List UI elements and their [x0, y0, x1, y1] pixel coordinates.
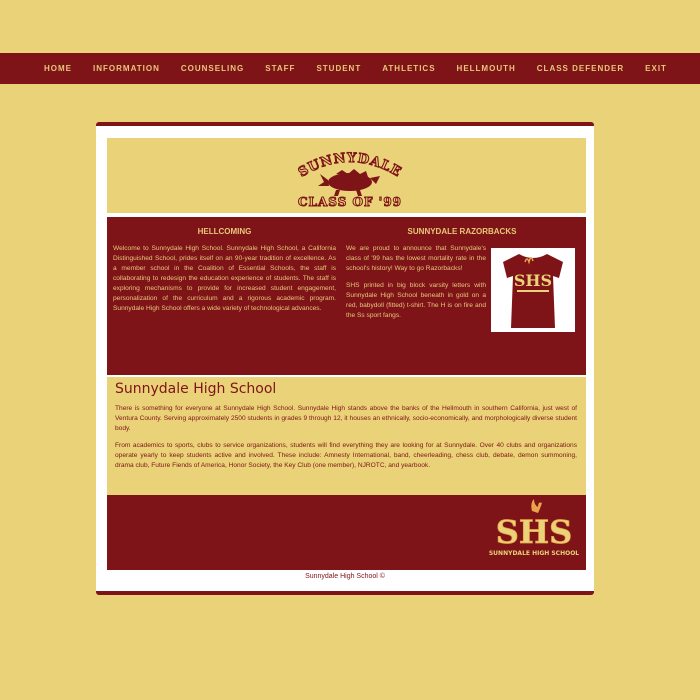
- nav-student[interactable]: STUDENT: [316, 64, 361, 73]
- razorback-icon: [318, 169, 380, 196]
- nav-athletics[interactable]: ATHLETICS: [382, 64, 435, 73]
- flame-icon: [531, 499, 542, 513]
- about-paragraph-2: From academics to sports, clubs to servi…: [115, 442, 577, 469]
- shs-logo: SHS SUNNYDALE HIGH SCHOOL: [489, 499, 579, 557]
- razorbacks-text: We are proud to announce that Sunnydale'…: [346, 244, 486, 321]
- nav-counseling[interactable]: COUNSELING: [181, 64, 244, 73]
- nav-exit[interactable]: EXIT: [645, 64, 667, 73]
- nav-information[interactable]: INFORMATION: [93, 64, 160, 73]
- featured-section: HELLCOMING Welcome to Sunnydale High Sch…: [107, 217, 586, 375]
- shirt-image: SHS: [491, 248, 575, 332]
- nav-class-defender[interactable]: CLASS DEFENDER: [537, 64, 624, 73]
- bottom-banner: SHS SUNNYDALE HIGH SCHOOL: [107, 495, 586, 570]
- hellcoming-text: Welcome to Sunnydale High School. Sunnyd…: [113, 245, 336, 312]
- razorbacks-title: SUNNYDALE RAZORBACKS: [407, 227, 517, 236]
- about-title: Sunnydale High School: [115, 381, 277, 397]
- header-banner: SUNNYDALE CLASS OF '99: [107, 138, 586, 213]
- nav-staff[interactable]: STAFF: [265, 64, 295, 73]
- svg-text:SUNNYDALE HIGH SCHOOL: SUNNYDALE HIGH SCHOOL: [489, 550, 579, 557]
- nav-hellmouth[interactable]: HELLMOUTH: [457, 64, 516, 73]
- svg-text:CLASS OF '99: CLASS OF '99: [298, 195, 402, 209]
- nav-home[interactable]: HOME: [44, 64, 72, 73]
- about-section: Sunnydale High School There is something…: [107, 377, 586, 495]
- razorbacks-paragraph-1: We are proud to announce that Sunnydale'…: [346, 245, 486, 272]
- hellcoming-column: HELLCOMING Welcome to Sunnydale High Sch…: [113, 223, 336, 314]
- razorbacks-column: SUNNYDALE RAZORBACKS We are proud to ann…: [346, 223, 578, 332]
- razorbacks-paragraph-2: SHS printed in big block varsity letters…: [346, 282, 486, 319]
- svg-text:SHS: SHS: [496, 513, 572, 551]
- top-navigation: HOME INFORMATION COUNSELING STAFF STUDEN…: [0, 53, 700, 84]
- svg-text:SHS: SHS: [514, 271, 552, 290]
- tshirt-icon: SHS: [503, 254, 563, 328]
- footer-copyright: Sunnydale High School ©: [305, 573, 385, 580]
- class-of-99-logo: SUNNYDALE CLASS OF '99: [295, 150, 403, 209]
- content-frame: SUNNYDALE CLASS OF '99 HELLCOMING Welcom…: [96, 122, 594, 595]
- about-paragraph-1: There is something for everyone at Sunny…: [115, 405, 577, 432]
- hellcoming-title: HELLCOMING: [197, 227, 252, 236]
